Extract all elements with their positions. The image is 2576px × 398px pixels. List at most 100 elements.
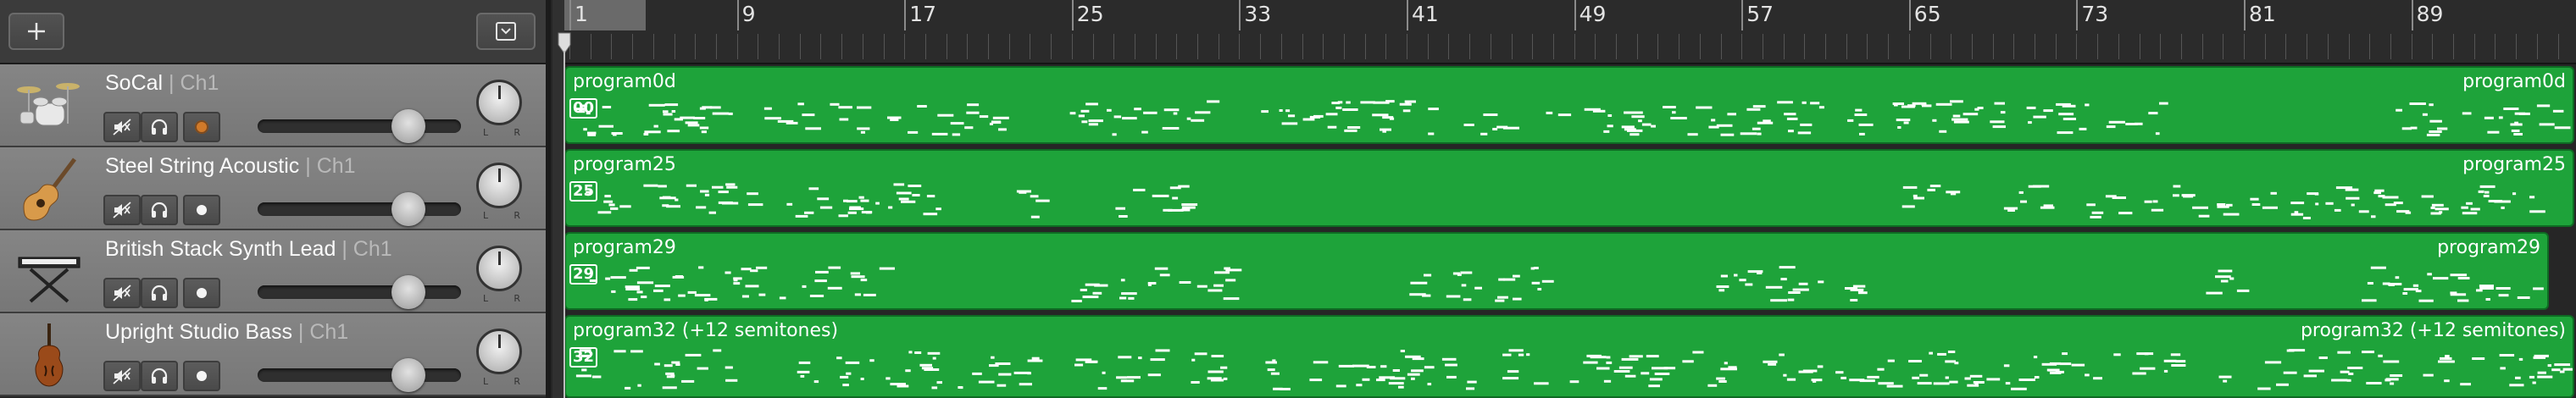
volume-slider[interactable]	[258, 192, 461, 226]
pan-knob[interactable]	[476, 246, 522, 291]
ruler-tick	[1113, 34, 1115, 59]
bar-number: 1	[575, 2, 588, 26]
volume-slider-knob[interactable]	[391, 358, 425, 392]
record-enable-button[interactable]	[183, 195, 220, 225]
volume-slider-knob[interactable]	[391, 192, 425, 226]
tracks-header	[0, 0, 546, 64]
tracks-divider[interactable]	[546, 0, 551, 398]
ruler-tick	[1552, 34, 1554, 59]
ruler-tick	[1197, 34, 1198, 59]
midi-region[interactable]: program25 program25 25	[564, 149, 2574, 227]
track-name[interactable]: SoCal | Ch1	[105, 71, 219, 96]
pan-l-label: L	[483, 210, 489, 221]
ruler-tick	[1511, 34, 1513, 59]
record-enable-button[interactable]	[183, 361, 220, 391]
ruler-tick	[820, 34, 822, 59]
ruler-tick	[1867, 34, 1868, 59]
ruler-tick	[1971, 34, 1973, 59]
drum-kit-icon[interactable]	[15, 73, 83, 139]
solo-button[interactable]	[141, 278, 178, 308]
track-channel: | Ch1	[299, 154, 356, 178]
midi-notes	[575, 349, 2573, 390]
ruler-tick	[1636, 34, 1638, 59]
midi-region[interactable]: program29 program29 29	[564, 232, 2549, 310]
add-track-button[interactable]	[8, 13, 64, 50]
program-badge: 00	[569, 98, 598, 119]
solo-button[interactable]	[141, 361, 178, 391]
pan-lr-labels: LR	[483, 293, 520, 304]
pan-knob[interactable]	[476, 163, 522, 208]
ruler-tick	[1302, 34, 1303, 59]
pan-lr-labels: LR	[483, 210, 520, 221]
ruler-tick	[2390, 34, 2391, 59]
speaker-muted-icon	[113, 285, 131, 301]
ruler-tick	[1051, 34, 1052, 59]
plus-icon	[28, 23, 45, 40]
pan-knob[interactable]	[476, 80, 522, 125]
volume-slider[interactable]	[258, 109, 461, 143]
region-name-start: program32 (+12 semitones)	[573, 320, 839, 341]
ruler-tick	[2180, 34, 2182, 59]
ruler-tick	[924, 34, 926, 59]
track-header[interactable]: Steel String Acoustic | Ch1 LR	[0, 147, 546, 230]
track-name[interactable]: Steel String Acoustic | Ch1	[105, 154, 356, 179]
bar-ruler[interactable]: 191725334149576573818997	[564, 0, 2576, 64]
mute-button[interactable]	[103, 112, 141, 142]
pan-knob[interactable]	[476, 329, 522, 374]
track-name[interactable]: British Stack Synth Lead | Ch1	[105, 237, 392, 262]
pan-lr-labels: LR	[483, 376, 520, 387]
midi-region[interactable]: program0d program0d 00	[564, 66, 2574, 144]
bar-number: 41	[1412, 2, 1439, 26]
ruler-tick	[2453, 34, 2454, 59]
ruler-tick	[2348, 34, 2350, 59]
ruler-tick	[1343, 34, 1345, 59]
bar-marker	[569, 0, 571, 30]
headphones-icon	[151, 119, 168, 135]
track-header[interactable]: Upright Studio Bass | Ch1 LR	[0, 313, 546, 396]
volume-slider-knob[interactable]	[391, 275, 425, 309]
ruler-tick	[904, 34, 906, 59]
program-badge: 32	[569, 347, 598, 368]
record-enable-button[interactable]	[183, 278, 220, 308]
record-enable-button[interactable]	[183, 112, 220, 142]
volume-slider[interactable]	[258, 275, 461, 309]
pan-lr-labels: LR	[483, 127, 520, 138]
acoustic-guitar-icon[interactable]	[15, 156, 83, 222]
keyboard-stand-icon[interactable]	[15, 239, 83, 305]
bar-marker	[904, 0, 907, 30]
mute-button[interactable]	[103, 195, 141, 225]
track-header[interactable]: British Stack Synth Lead | Ch1 LR	[0, 230, 546, 313]
record-dot-icon	[195, 120, 208, 134]
solo-button[interactable]	[141, 112, 178, 142]
solo-button[interactable]	[141, 195, 178, 225]
mute-button[interactable]	[103, 278, 141, 308]
upright-bass-icon[interactable]	[15, 322, 83, 388]
pan-l-label: L	[483, 376, 489, 387]
bar-number: 73	[2081, 2, 2109, 26]
region-name-start: program25	[573, 154, 676, 175]
ruler-tick	[1260, 34, 1262, 59]
playhead-line	[564, 51, 565, 398]
ruler-tick	[2097, 34, 2099, 59]
ruler-tick	[1992, 34, 1994, 59]
volume-slider[interactable]	[258, 358, 461, 392]
ruler-tick	[1385, 34, 1387, 59]
mute-button[interactable]	[103, 361, 141, 391]
tray-download-icon	[496, 22, 516, 41]
midi-region[interactable]: program32 (+12 semitones) program32 (+12…	[564, 315, 2574, 398]
ruler-tick	[1071, 34, 1073, 59]
volume-slider-knob[interactable]	[391, 109, 425, 143]
ruler-tick	[2055, 34, 2057, 59]
track-name[interactable]: Upright Studio Bass | Ch1	[105, 320, 348, 345]
pan-r-label: R	[514, 293, 520, 304]
speaker-muted-icon	[113, 202, 131, 218]
ruler-tick	[611, 34, 613, 59]
bar-marker	[2244, 0, 2246, 30]
ruler-tick	[799, 34, 801, 59]
track-header[interactable]: SoCal | Ch1 LR	[0, 64, 546, 147]
region-name-end: program32 (+12 semitones)	[2300, 320, 2566, 341]
catch-playhead-button[interactable]	[476, 13, 536, 50]
program-badge: 29	[569, 264, 598, 285]
ruler-tick	[1448, 34, 1450, 59]
bar-marker	[1071, 0, 1074, 30]
